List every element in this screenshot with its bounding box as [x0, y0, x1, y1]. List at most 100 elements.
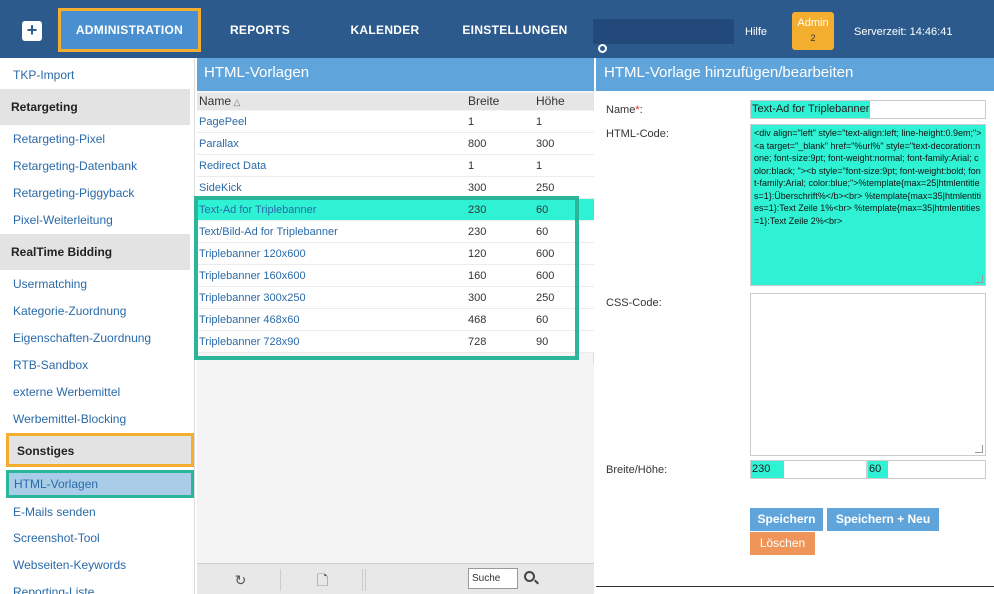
- html-code-textarea[interactable]: <div align="left" style="text-align:left…: [750, 124, 986, 286]
- table-row[interactable]: PagePeel 1 1: [197, 111, 594, 133]
- row-hoehe: 60: [536, 226, 549, 238]
- row-hoehe: 250: [536, 182, 555, 194]
- row-breite: 300: [468, 182, 487, 194]
- height-input[interactable]: 60: [867, 460, 986, 479]
- table-row[interactable]: Text/Bild-Ad for Triplebanner 230 60: [197, 221, 594, 243]
- sidebar-section-sonstiges: Sonstiges: [6, 433, 194, 467]
- column-header-name[interactable]: Name △: [199, 93, 240, 110]
- row-breite: 230: [468, 204, 487, 216]
- nav-kalender[interactable]: KALENDER: [345, 8, 425, 52]
- sidebar: TKP-Import Retargeting Retargeting-Pixel…: [0, 58, 195, 594]
- row-name: Text/Bild-Ad for Triplebanner: [199, 226, 338, 238]
- sidebar-item-kategorie-zuordnung[interactable]: Kategorie-Zuordnung: [0, 298, 194, 325]
- row-hoehe: 600: [536, 270, 555, 282]
- top-navigation-bar: + ADMINISTRATION REPORTS KALENDER EINSTE…: [0, 0, 994, 58]
- sidebar-item-retargeting-piggyback[interactable]: Retargeting-Piggyback: [0, 180, 194, 207]
- css-code-label: CSS-Code:: [606, 297, 662, 309]
- row-hoehe: 60: [536, 314, 549, 326]
- column-header-hoehe[interactable]: Höhe: [536, 93, 565, 110]
- panel-title: HTML-Vorlagen: [197, 58, 594, 91]
- row-name: Redirect Data: [199, 160, 267, 172]
- row-name: Triplebanner 300x250: [199, 292, 306, 304]
- table-row[interactable]: Triplebanner 300x250 300 250: [197, 287, 594, 309]
- save-and-new-button[interactable]: Speichern + Neu: [827, 508, 939, 531]
- table-header: [197, 93, 594, 110]
- delete-button[interactable]: Löschen: [750, 532, 815, 555]
- sidebar-item-html-vorlagen[interactable]: HTML-Vorlagen: [6, 470, 194, 498]
- sidebar-item-rtb-sandbox[interactable]: RTB-Sandbox: [0, 352, 194, 379]
- sidebar-item-emails-senden[interactable]: E-Mails senden: [0, 499, 194, 526]
- resize-handle-icon[interactable]: [975, 445, 983, 453]
- row-name: Triplebanner 120x600: [199, 248, 306, 260]
- nav-administration[interactable]: ADMINISTRATION: [58, 8, 201, 52]
- row-name: Text-Ad for Triplebanner: [199, 204, 317, 216]
- row-breite: 1: [468, 160, 475, 172]
- sidebar-item-externe-werbemittel[interactable]: externe Werbemittel: [0, 379, 194, 406]
- table-row-selected[interactable]: Text-Ad for Triplebanner 230 60: [197, 199, 594, 221]
- column-header-breite[interactable]: Breite: [468, 93, 499, 110]
- height-input-value: 60: [868, 461, 888, 478]
- width-input-value: 230: [751, 461, 784, 478]
- sidebar-item-werbemittel-blocking[interactable]: Werbemittel-Blocking: [0, 406, 194, 433]
- name-input-value: Text-Ad for Triplebanner: [751, 101, 871, 118]
- help-link[interactable]: Hilfe: [745, 26, 767, 38]
- list-empty-area: [197, 364, 594, 562]
- notification-count: 2: [805, 33, 821, 43]
- save-button[interactable]: Speichern: [750, 508, 823, 531]
- table-row[interactable]: Triplebanner 120x600 120 600: [197, 243, 594, 265]
- refresh-icon[interactable]: ↻: [201, 569, 281, 591]
- row-breite: 728: [468, 336, 487, 348]
- search-icon[interactable]: [524, 571, 535, 582]
- row-hoehe: 90: [536, 336, 549, 348]
- width-input[interactable]: 230: [750, 460, 867, 479]
- admin-user-badge[interactable]: Admin 2: [792, 12, 834, 50]
- row-breite: 1: [468, 116, 475, 128]
- row-name: Triplebanner 468x60: [199, 314, 300, 326]
- search-icon[interactable]: [598, 44, 607, 53]
- sort-ascending-icon[interactable]: △: [231, 97, 241, 107]
- table-row[interactable]: Triplebanner 468x60 468 60: [197, 309, 594, 331]
- row-hoehe: 300: [536, 138, 555, 150]
- admin-badge-label: Admin: [797, 17, 829, 29]
- table-row[interactable]: SideKick 300 250: [197, 177, 594, 199]
- table-row[interactable]: Triplebanner 728x90 728 90: [197, 331, 594, 353]
- css-code-textarea[interactable]: [750, 293, 986, 456]
- sidebar-item-webseiten-keywords[interactable]: Webseiten-Keywords: [0, 552, 194, 579]
- sidebar-item-pixel-weiterleitung[interactable]: Pixel-Weiterleitung: [0, 207, 194, 234]
- resize-handle-icon[interactable]: [975, 275, 983, 283]
- row-name: SideKick: [199, 182, 242, 194]
- name-input[interactable]: Text-Ad for Triplebanner: [750, 100, 986, 119]
- table-row[interactable]: Redirect Data 1 1: [197, 155, 594, 177]
- sidebar-item-screenshot-tool[interactable]: Screenshot-Tool: [0, 525, 194, 552]
- toolbar-divider: [365, 569, 366, 591]
- row-name: Triplebanner 728x90: [199, 336, 300, 348]
- sidebar-section-retargeting: Retargeting: [0, 89, 190, 125]
- nav-reports[interactable]: REPORTS: [220, 8, 300, 52]
- sidebar-item-eigenschaften-zuordnung[interactable]: Eigenschaften-Zuordnung: [0, 325, 194, 352]
- row-name: PagePeel: [199, 116, 247, 128]
- row-hoehe: 1: [536, 160, 543, 172]
- new-document-icon[interactable]: 🗋: [283, 569, 363, 591]
- row-hoehe: 60: [536, 204, 549, 216]
- row-hoehe: 600: [536, 248, 555, 260]
- row-hoehe: 1: [536, 116, 543, 128]
- global-search-input[interactable]: [593, 19, 734, 44]
- row-breite: 120: [468, 248, 487, 260]
- add-icon[interactable]: +: [22, 21, 42, 41]
- sidebar-item-retargeting-pixel[interactable]: Retargeting-Pixel: [0, 126, 194, 153]
- list-search-input[interactable]: Suche: [468, 568, 518, 589]
- sidebar-item-tkp-import[interactable]: TKP-Import: [0, 62, 194, 89]
- sidebar-section-realtime-bidding: RealTime Bidding: [0, 234, 190, 270]
- sidebar-item-retargeting-datenbank[interactable]: Retargeting-Datenbank: [0, 153, 194, 180]
- panel-bottom-divider: [596, 586, 994, 587]
- table-row[interactable]: Triplebanner 160x600 160 600: [197, 265, 594, 287]
- row-name: Parallax: [199, 138, 239, 150]
- sidebar-item-usermatching[interactable]: Usermatching: [0, 271, 194, 298]
- row-breite: 800: [468, 138, 487, 150]
- row-hoehe: 250: [536, 292, 555, 304]
- html-code-label: HTML-Code:: [606, 128, 669, 140]
- nav-einstellungen[interactable]: EINSTELLUNGEN: [455, 8, 575, 52]
- panel-title: HTML-Vorlage hinzufügen/bearbeiten: [596, 58, 994, 91]
- table-row[interactable]: Parallax 800 300: [197, 133, 594, 155]
- sidebar-item-reporting-liste[interactable]: Reporting-Liste: [0, 579, 194, 594]
